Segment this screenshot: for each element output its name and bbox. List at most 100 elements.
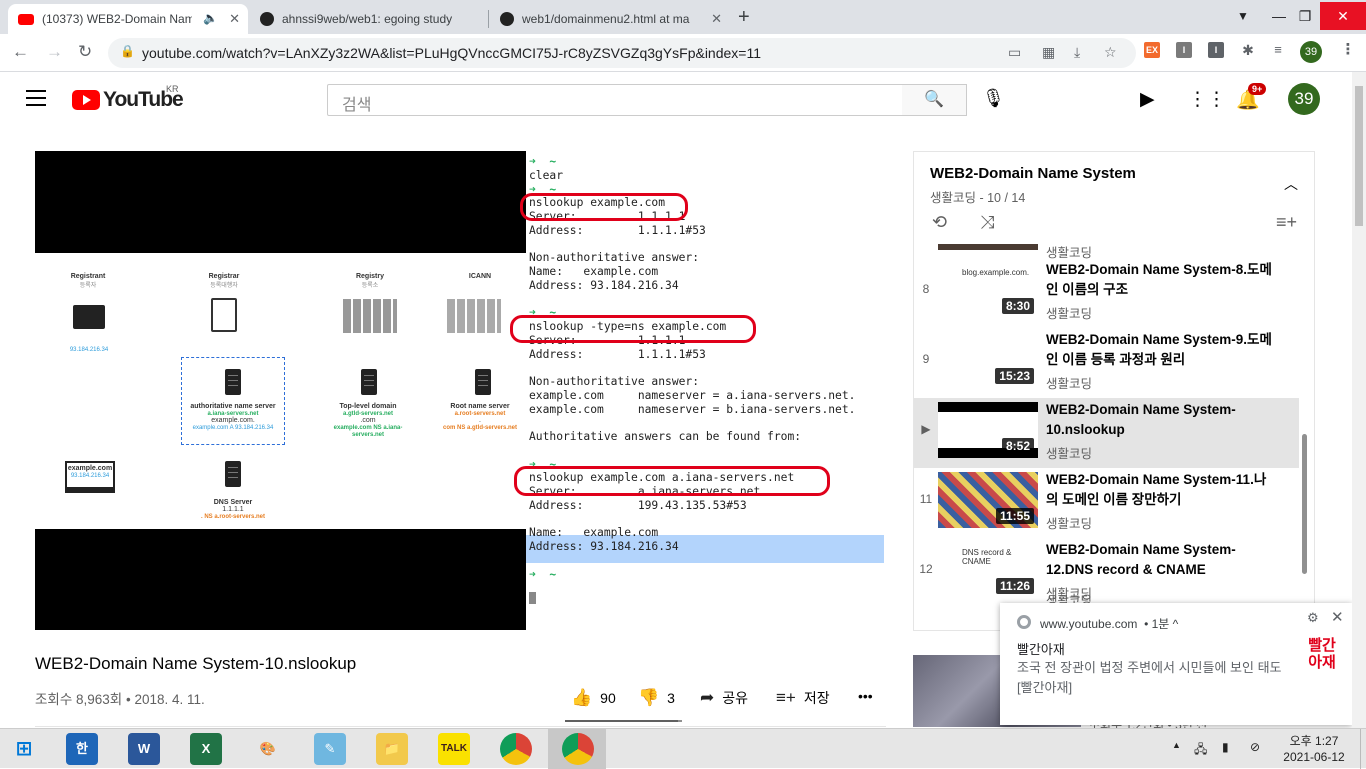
playlist-item[interactable]: 8 blog.example.com. 8:30 WEB2-Domain Name S… [914,258,1299,328]
search-input[interactable]: 검색 [327,84,903,116]
tab-title: ahnssi9web/web1: egoing study [282,12,453,26]
forward-arrow-icon[interactable]: → [46,42,63,62]
like-button[interactable]: 👍 90 [571,688,616,708]
microphone-icon[interactable]: 🎙 [982,88,1005,109]
video-thumbnail[interactable]: 8:52 [938,402,1038,458]
notification-source: www.youtube.com • 1분 ^ [1040,617,1179,631]
more-actions-button[interactable]: ••• [858,688,873,704]
share-button[interactable]: ➦ 공유 [700,688,748,708]
registrar-building-icon [211,298,237,332]
playlist-scrollbar[interactable] [1302,434,1307,574]
browser-tab-youtube[interactable]: (10373) WEB2-Domain Nam 🔈 ✕ [8,4,248,34]
close-tab-icon[interactable]: ✕ [229,11,240,27]
tld-server-label: Top-level domain a.gtld-servers.net .com ex… [333,403,403,438]
page-scrollbar[interactable] [1352,72,1366,728]
browser-tab-github-1[interactable]: ahnssi9web/web1: egoing study [250,4,490,34]
bookmark-star-icon[interactable]: ☆ [1104,44,1117,61]
shuffle-icon[interactable]: ⤨ [980,212,994,233]
close-icon[interactable]: ✕ [1331,608,1344,626]
video-thumbnail[interactable]: 15:23 [938,332,1038,388]
kakaotalk-taskbar-icon[interactable]: TALK [438,733,470,765]
extension-ex-icon[interactable]: EX [1144,42,1160,58]
playlist-item[interactable]: 11 11:55 WEB2-Domain Name System-11.나의 도메인… [914,468,1299,538]
chrome-menu-icon[interactable]: ⋮ [1340,42,1356,58]
youtube-logo[interactable]: YouTube KR [72,84,184,112]
back-arrow-icon[interactable]: ← [12,42,29,62]
previous-item-thumb [938,244,1038,250]
chrome-notification[interactable]: www.youtube.com • 1분 ^ ⚙ ✕ 빨간아재 조국 전 장관이… [1000,603,1352,725]
show-desktop-button[interactable] [1360,729,1366,769]
shell-prompt: ➜ ~ [529,155,557,168]
dns-diagram-slide: Registrant 등록자 Registrar 등록대행자 Registry 등록소… [35,253,526,529]
menu-icon[interactable] [26,90,46,111]
github-favicon-icon [500,12,514,26]
playlist-item-title: WEB2-Domain Name System-9.도메인 이름 등록 과정과 … [1046,332,1272,367]
authoritative-server-label: authoritative name server a.iana-servers.… [190,403,276,431]
page-scrollbar-thumb[interactable] [1355,86,1363,226]
explorer-taskbar-icon[interactable]: 📁 [376,733,408,765]
windows-start-icon[interactable]: ⊞ [8,733,40,765]
registry-node: Registry 등록소 [355,273,384,289]
audio-playing-icon[interactable]: 🔈 [203,11,218,25]
tray-expand-icon[interactable]: ▲ [1172,740,1181,750]
search-button[interactable]: 🔍 [902,84,967,116]
reload-icon[interactable]: ↻ [78,42,92,62]
settings-gear-icon[interactable]: ⚙ [1307,610,1319,626]
share-arrow-icon: ➦ [700,688,715,707]
server-icon [225,369,241,395]
video-duration: 8:30 [1001,298,1034,314]
word-taskbar-icon[interactable]: W [128,733,160,765]
playlist-item-title: WEB2-Domain Name System-11.나의 도메인 이름 장만하… [1046,472,1267,507]
terminal-line: Non-authoritative answer: [529,375,700,388]
playlist-item[interactable]: 12 DNS record & CNAME 11:26 WEB2-Domain Nam… [914,538,1299,608]
close-tab-icon[interactable]: ✕ [711,11,722,27]
save-playlist-icon[interactable]: ≡+ [1276,212,1297,233]
extension-i-icon[interactable]: I [1176,42,1192,58]
chrome-taskbar-icon[interactable] [500,733,532,765]
account-avatar[interactable]: 39 [1288,83,1320,115]
extensions-puzzle-icon[interactable]: ✱ [1240,42,1256,58]
system-clock[interactable]: 오후 1:27 2021-06-12 [1282,733,1346,765]
install-icon[interactable]: ⤓ [1074,44,1080,61]
notes-taskbar-icon[interactable]: ✎ [314,733,346,765]
close-window-button[interactable]: ✕ [1320,2,1366,30]
dns-server-icon [225,461,241,487]
volume-muted-icon[interactable]: ⊘ [1250,740,1260,754]
paint-taskbar-icon[interactable]: 🎨 [252,733,284,765]
collapse-chevron-icon[interactable]: ︿ [1284,174,1298,194]
address-bar[interactable]: 🔒 youtube.com/watch?v=LAnXZy3z2WA&list=P… [108,38,1136,68]
extension-i2-icon[interactable]: I [1208,42,1224,58]
playlist-item[interactable]: ▶ 8:52 WEB2-Domain Name System-10.nslookup… [914,398,1299,468]
playlist-title[interactable]: WEB2-Domain Name System [930,165,1136,182]
terminal-cursor [529,592,536,604]
save-button[interactable]: ≡+ 저장 [776,688,830,708]
media-control-icon[interactable]: ≡ [1270,42,1286,58]
video-thumbnail[interactable]: 11:55 [938,472,1038,528]
battery-icon[interactable]: ▮ [1222,740,1229,754]
registrant-node: Registrant 등록자 [70,273,106,289]
browser-tab-github-2[interactable]: web1/domainmenu2.html at ma ✕ [490,4,730,34]
new-tab-button[interactable]: + [738,6,750,29]
video-thumbnail[interactable]: DNS record & CNAME 11:26 [938,542,1038,598]
create-video-icon[interactable]: ▶ [1140,88,1155,111]
terminal-line: clear [529,168,564,182]
server-icon [475,369,491,395]
terminal-line: Name: example.com [529,265,659,278]
lock-icon[interactable]: 🔒 [120,44,135,58]
loop-icon[interactable]: ⟲ [932,212,947,233]
terminal-line: Address: 93.184.216.34 [529,540,679,553]
chrome-active-taskbar-icon[interactable] [562,733,594,765]
hangul-taskbar-icon[interactable]: 한 [66,733,98,765]
cast-icon[interactable]: ▭ [1008,44,1021,61]
playlist-item[interactable]: 9 15:23 WEB2-Domain Name System-9.도메인 이름 등… [914,328,1299,398]
network-icon[interactable]: 🖧 [1194,740,1207,761]
terminal-line: Authoritative answers can be found from: [529,430,802,443]
qr-code-icon[interactable]: ▦ [1042,44,1055,61]
chrome-profile-avatar[interactable]: 39 [1300,41,1322,63]
video-player[interactable]: Registrant 등록자 Registrar 등록대행자 Registry 등록소… [35,151,886,630]
apps-grid-icon[interactable]: ⋮⋮ [1188,88,1226,111]
dislike-button[interactable]: 👎 3 [638,688,675,708]
browser-toolbar: ← → ↻ 🔒 youtube.com/watch?v=LAnXZy3z2WA&… [0,34,1366,72]
excel-taskbar-icon[interactable]: X [190,733,222,765]
video-thumbnail[interactable]: blog.example.com. 8:30 [938,262,1038,318]
